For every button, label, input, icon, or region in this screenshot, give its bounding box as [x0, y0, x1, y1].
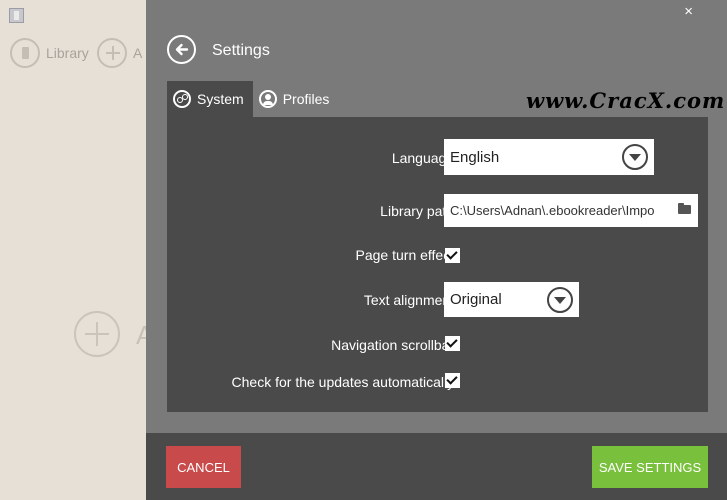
arrow-left-icon	[175, 43, 189, 56]
tab-profiles-label: Profiles	[282, 91, 330, 107]
nav-add-label: A	[133, 45, 143, 61]
page-turn-checkbox[interactable]	[445, 248, 460, 263]
tab-system[interactable]: System	[167, 81, 253, 117]
page-turn-label: Page turn effect:	[355, 247, 458, 263]
nav-scrollbar-checkbox[interactable]	[445, 336, 460, 351]
text-alignment-value: Original	[450, 291, 502, 308]
chevron-down-icon	[547, 286, 573, 313]
nav-library[interactable]: Library	[10, 38, 89, 68]
auto-updates-checkbox[interactable]	[445, 373, 460, 388]
nav-scrollbar-label: Navigation scrollbar:	[331, 337, 458, 353]
person-icon	[258, 90, 277, 108]
library-path-input[interactable]: C:\Users\Adnan\.ebookreader\Impo	[444, 194, 698, 227]
settings-tabs: System Profiles	[167, 81, 338, 117]
language-value: English	[450, 148, 500, 166]
auto-updates-label: Check for the updates automatically:	[231, 374, 458, 390]
book-icon	[10, 38, 40, 68]
text-alignment-select[interactable]: Original	[444, 282, 579, 317]
nav-add[interactable]: A	[97, 38, 142, 68]
page-title: Settings	[212, 42, 270, 59]
language-select[interactable]: English	[444, 139, 654, 175]
library-path-value: C:\Users\Adnan\.ebookreader\Impo	[450, 203, 655, 218]
app-icon	[9, 8, 24, 23]
system-settings-content: Language: English Library path: C:\Users…	[167, 117, 708, 412]
settings-footer: CANCEL SAVE SETTINGS	[146, 433, 727, 500]
tab-profiles[interactable]: Profiles	[253, 81, 339, 117]
save-settings-button[interactable]: SAVE SETTINGS	[592, 446, 708, 488]
chevron-down-icon	[622, 144, 648, 170]
watermark: www.CracX.com	[526, 88, 726, 113]
close-icon[interactable]: ×	[684, 3, 693, 20]
settings-panel: × Settings System Profiles www.CracX.com…	[146, 0, 727, 500]
gear-icon	[173, 90, 191, 108]
back-button[interactable]	[167, 35, 196, 64]
folder-icon[interactable]	[678, 203, 691, 214]
add-book-plus-icon[interactable]	[74, 311, 120, 357]
cancel-button[interactable]: CANCEL	[166, 446, 241, 488]
nav-library-label: Library	[46, 45, 89, 61]
plus-icon	[97, 38, 127, 68]
tab-system-label: System	[197, 91, 244, 107]
